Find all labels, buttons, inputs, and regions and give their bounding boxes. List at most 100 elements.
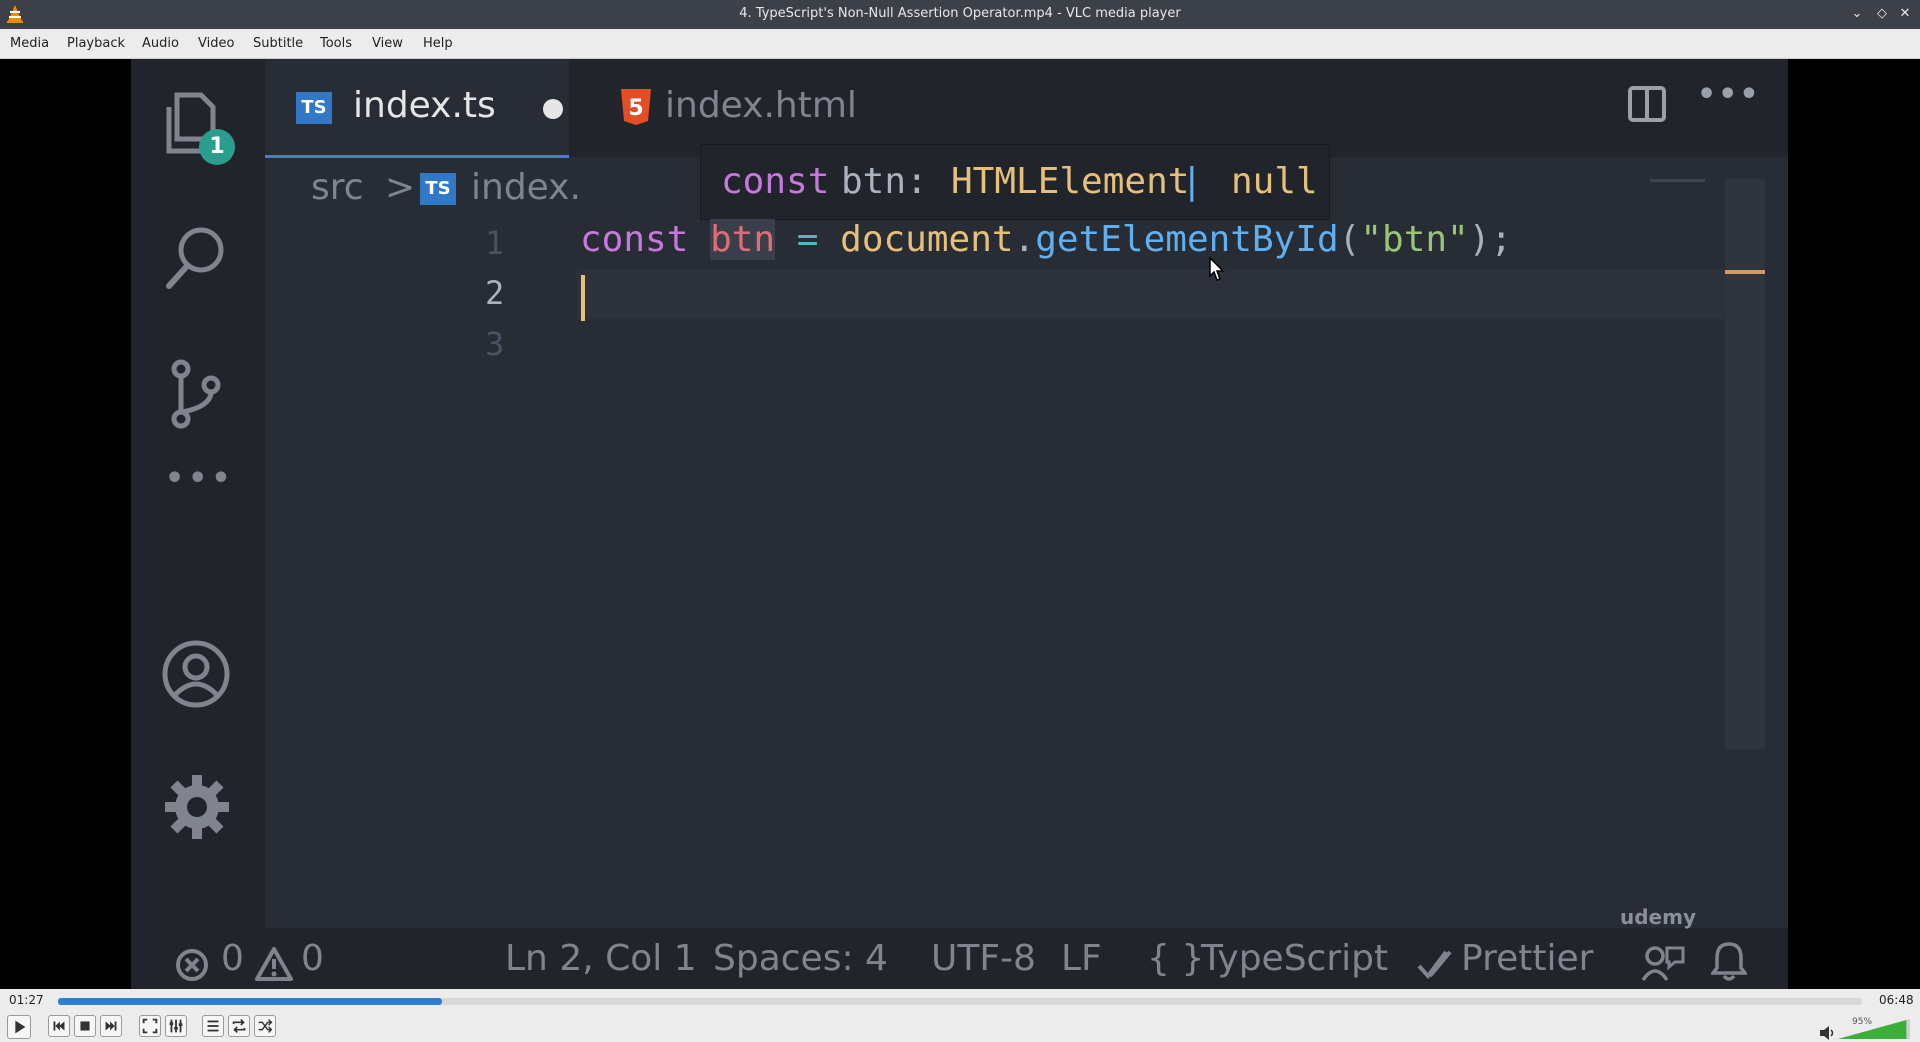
account-icon: [162, 640, 230, 708]
menu-audio[interactable]: Audio: [142, 36, 179, 51]
line-number: 1: [485, 224, 505, 262]
seek-progress: [58, 998, 443, 1005]
code-string: "btn": [1360, 219, 1469, 260]
fullscreen-button[interactable]: [139, 1015, 161, 1037]
shuffle-button[interactable]: [254, 1015, 276, 1037]
chevron-right-icon: >: [385, 167, 416, 208]
menu-view[interactable]: View: [372, 36, 403, 51]
language-mode[interactable]: TypeScript: [1201, 938, 1388, 979]
tab-index-ts[interactable]: TS index.ts: [265, 59, 569, 157]
formatter[interactable]: Prettier: [1461, 938, 1593, 979]
code-paren-open: (: [1338, 219, 1361, 260]
playlist-icon: [207, 1020, 219, 1032]
total-time[interactable]: 06:48: [1879, 993, 1914, 1007]
feedback-icon[interactable]: [1641, 944, 1685, 982]
typescript-file-icon: TS: [296, 92, 332, 124]
stop-icon: [80, 1021, 90, 1031]
source-control-icon: [171, 359, 221, 429]
editor-pane: TS index.ts 5 index.html ••• src > TS in…: [265, 59, 1788, 928]
activity-bar: 1 •••: [131, 59, 265, 989]
check-all-icon: [1417, 950, 1452, 980]
error-count[interactable]: 0: [221, 938, 244, 979]
maximize-icon[interactable]: ◇: [1873, 5, 1891, 23]
minimize-icon[interactable]: ⌄: [1848, 5, 1866, 23]
braces-icon: { }: [1147, 938, 1205, 979]
encoding[interactable]: UTF-8: [931, 938, 1036, 979]
typescript-file-icon: TS: [420, 173, 456, 205]
speaker-icon[interactable]: [1818, 1025, 1836, 1041]
menu-tools[interactable]: Tools: [320, 36, 352, 51]
code-dot: .: [1013, 219, 1036, 260]
extended-settings-button[interactable]: [165, 1015, 187, 1037]
split-editor-icon[interactable]: [1627, 85, 1667, 123]
current-line-highlight: [577, 269, 1755, 319]
fullscreen-icon: [142, 1018, 158, 1034]
menu-video[interactable]: Video: [198, 36, 234, 51]
loop-button[interactable]: [228, 1015, 250, 1037]
menu-bar: Media Playback Audio Video Subtitle Tool…: [0, 29, 1920, 59]
hover-union-pipe: |: [1181, 161, 1203, 202]
next-button[interactable]: [100, 1015, 122, 1037]
menu-help[interactable]: Help: [423, 36, 453, 51]
next-icon: [105, 1021, 117, 1031]
scrollbar-cursor-marker: [1725, 270, 1765, 274]
elapsed-time[interactable]: 01:27: [9, 993, 44, 1007]
breadcrumb-folder[interactable]: src: [311, 167, 364, 208]
tab-label: index.html: [665, 85, 857, 126]
title-bar: 4. TypeScript's Non-Null Assertion Opera…: [0, 0, 1920, 29]
playlist-button[interactable]: [202, 1015, 224, 1037]
more-views-icon: •••: [165, 461, 235, 496]
previous-icon: [53, 1021, 65, 1031]
volume-percent: 95%: [1852, 1017, 1873, 1027]
menu-subtitle[interactable]: Subtitle: [253, 36, 303, 51]
minimap: [1650, 179, 1705, 182]
line-number: 3: [485, 325, 505, 363]
warning-icon: [255, 947, 293, 981]
stop-button[interactable]: [74, 1015, 96, 1037]
editor-scrollbar[interactable]: [1725, 179, 1765, 749]
indentation[interactable]: Spaces: 4: [713, 938, 888, 979]
tab-label: index.ts: [353, 85, 496, 126]
hover-keyword: const: [721, 161, 830, 202]
breadcrumb-file[interactable]: index.: [471, 167, 581, 208]
tab-index-html[interactable]: 5 index.html: [569, 59, 859, 157]
code-keyword: const: [580, 219, 689, 260]
type-hover-tooltip: const btn: HTMLElement | null: [700, 144, 1330, 220]
seek-slider[interactable]: [58, 998, 1862, 1005]
search-icon: [166, 227, 224, 289]
shuffle-icon: [258, 1019, 273, 1033]
html5-file-icon: 5: [621, 89, 651, 125]
changes-badge: 1: [199, 129, 235, 165]
menu-media[interactable]: Media: [10, 36, 49, 51]
play-button[interactable]: [7, 1015, 31, 1039]
previous-button[interactable]: [48, 1015, 70, 1037]
udemy-watermark: udemy: [1620, 905, 1696, 929]
hover-identifier: btn:: [841, 161, 928, 202]
code-object: document: [840, 219, 1014, 260]
html5-badge-text: 5: [628, 96, 643, 121]
warning-count[interactable]: 0: [301, 938, 324, 979]
more-actions-icon[interactable]: •••: [1697, 77, 1761, 112]
menu-playback[interactable]: Playback: [67, 36, 125, 51]
line-number: 2: [485, 274, 505, 312]
code-line-1[interactable]: const btn = document.getElementById("btn…: [580, 219, 1512, 260]
hover-null: null: [1231, 161, 1318, 202]
end-of-line[interactable]: LF: [1061, 938, 1102, 979]
mouse-pointer-icon: [1209, 256, 1225, 281]
code-function: getElementById: [1035, 219, 1339, 260]
settings-gear-icon: [165, 775, 229, 839]
code-semicolon: ;: [1490, 219, 1513, 260]
editor-status-bar: 0 0 Ln 2, Col 1 Spaces: 4 UTF-8 LF { } T…: [131, 928, 1788, 989]
unsaved-dot-icon[interactable]: [543, 99, 563, 119]
code-operator: =: [796, 219, 819, 260]
volume-slider[interactable]: [1838, 1019, 1910, 1039]
sliders-icon: [169, 1019, 183, 1033]
notifications-bell-icon[interactable]: [1711, 940, 1747, 982]
window-title: 4. TypeScript's Non-Null Assertion Opera…: [739, 6, 1181, 21]
loop-icon: [232, 1019, 246, 1033]
cursor-position[interactable]: Ln 2, Col 1: [505, 938, 697, 979]
close-icon[interactable]: ✕: [1896, 5, 1914, 23]
code-identifier: btn: [710, 219, 776, 260]
error-icon: [176, 949, 208, 981]
tab-bar: TS index.ts 5 index.html •••: [265, 59, 1788, 158]
